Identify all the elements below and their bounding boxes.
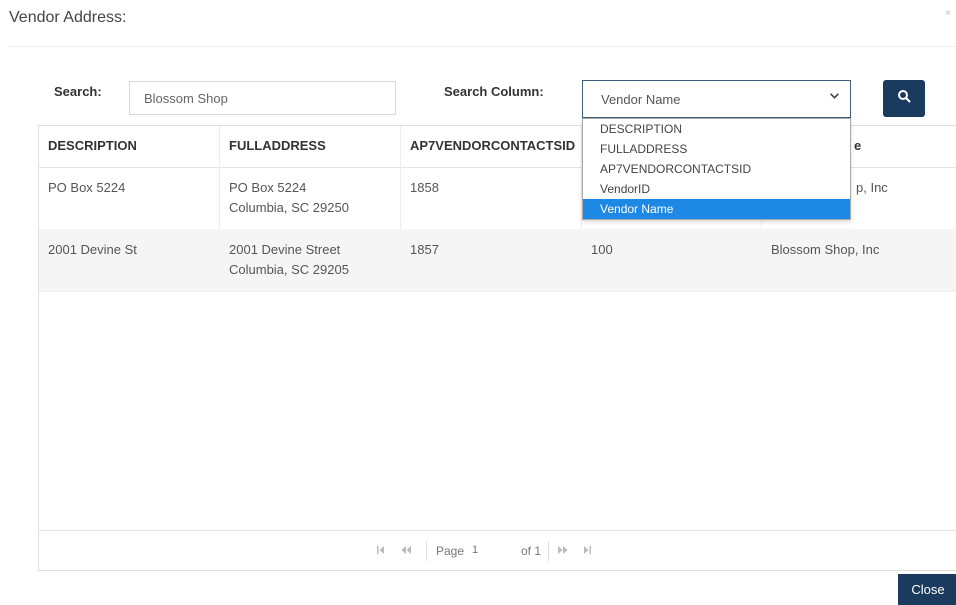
cell-description: PO Box 5224	[48, 180, 126, 195]
column-header-fulladdress[interactable]: FULLADDRESS	[229, 138, 326, 153]
cell-description: 2001 Devine St	[48, 242, 137, 257]
option-vendorid[interactable]: VendorID	[583, 179, 850, 199]
option-fulladdress[interactable]: FULLADDRESS	[583, 139, 850, 159]
chevron-down-icon	[829, 90, 840, 104]
column-header-contactsid[interactable]: AP7VENDORCONTACTSID	[410, 138, 575, 153]
search-button[interactable]	[883, 80, 925, 117]
page-number-input[interactable]: 1	[472, 544, 478, 556]
close-button[interactable]: Close	[898, 574, 956, 605]
dialog-title: Vendor Address:	[9, 9, 127, 26]
table-row[interactable]: 2001 Devine St 2001 Devine Street Columb…	[39, 229, 956, 292]
address-line1: PO Box 5224	[229, 180, 307, 195]
pager: Page 1 of 1	[39, 530, 956, 570]
title-divider	[9, 46, 956, 47]
search-icon	[897, 89, 911, 108]
previous-page-icon[interactable]	[400, 544, 412, 558]
address-line2: Columbia, SC 29205	[229, 262, 349, 277]
next-page-icon[interactable]	[557, 544, 569, 558]
option-description[interactable]: DESCRIPTION	[583, 119, 850, 139]
cell-contact-id: 1857	[410, 242, 439, 257]
cell-address: PO Box 5224 Columbia, SC 29250	[229, 178, 349, 218]
search-column-label: Search Column:	[444, 84, 544, 99]
cell-vendor-name: p, Inc	[856, 180, 888, 195]
option-vendor-name[interactable]: Vendor Name	[583, 199, 850, 219]
address-line1: 2001 Devine Street	[229, 242, 341, 257]
search-column-select[interactable]: Vendor Name	[582, 80, 851, 118]
pager-separator	[548, 541, 549, 561]
search-label: Search:	[54, 84, 102, 99]
column-header-vendor-name[interactable]: e	[854, 138, 861, 153]
last-page-icon[interactable]	[582, 544, 592, 558]
option-contactsid[interactable]: AP7VENDORCONTACTSID	[583, 159, 850, 179]
cell-contact-id: 1858	[410, 180, 439, 195]
cell-address: 2001 Devine Street Columbia, SC 29205	[229, 240, 349, 280]
column-header-description[interactable]: DESCRIPTION	[48, 138, 137, 153]
cell-vendor-name: Blossom Shop, Inc	[771, 242, 880, 257]
address-line2: Columbia, SC 29250	[229, 200, 349, 215]
search-column-selected: Vendor Name	[601, 92, 681, 107]
cell-vendor-id: 100	[591, 242, 613, 257]
page-count: of 1	[521, 544, 542, 558]
pager-separator	[426, 541, 427, 561]
first-page-icon[interactable]	[376, 544, 386, 558]
search-column-dropdown: DESCRIPTION FULLADDRESS AP7VENDORCONTACT…	[582, 118, 851, 220]
close-x-icon[interactable]: ×	[945, 8, 951, 19]
page-label: Page	[436, 544, 465, 558]
search-input[interactable]	[129, 81, 396, 115]
